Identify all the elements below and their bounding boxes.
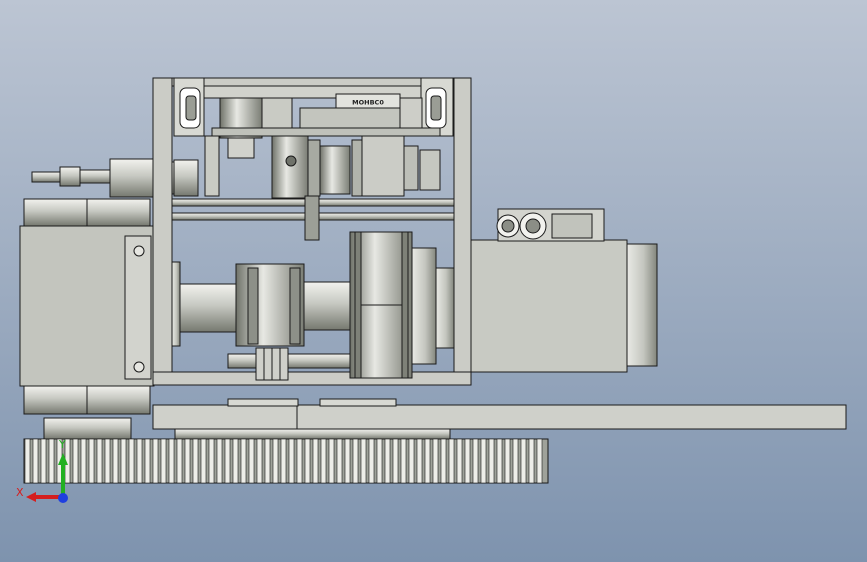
gear-tooth xyxy=(96,438,103,484)
gear-tooth xyxy=(72,438,79,484)
gear-tooth xyxy=(296,438,303,484)
gear-tooth xyxy=(520,438,527,484)
gear-tooth xyxy=(440,438,447,484)
top-right-bearing[interactable] xyxy=(420,77,454,137)
gear-tooth xyxy=(192,438,199,484)
gear-tooth xyxy=(368,438,375,484)
gear-tooth xyxy=(144,438,151,484)
flange-bolt-top xyxy=(133,245,145,257)
gear-tooth xyxy=(304,438,311,484)
gear-tooth xyxy=(248,438,255,484)
gear-tooth xyxy=(48,438,55,484)
top-left-bearing[interactable] xyxy=(173,77,205,137)
gear-tooth xyxy=(112,438,119,484)
gear-tooth xyxy=(384,438,391,484)
top-carriage[interactable]: MOHBC0 xyxy=(203,85,441,139)
base-plate-boss[interactable] xyxy=(227,398,299,407)
gear-tooth xyxy=(464,438,471,484)
gear-tooth xyxy=(256,438,263,484)
gear-tooth xyxy=(80,438,87,484)
gear-tooth xyxy=(536,438,543,484)
gear-tooth xyxy=(184,438,191,484)
gear-tooth xyxy=(240,438,247,484)
gear-tooth xyxy=(104,438,111,484)
gear-tooth xyxy=(504,438,511,484)
gear-tooth xyxy=(448,438,455,484)
base-plate[interactable] xyxy=(152,404,847,430)
gear-tooth xyxy=(200,438,207,484)
base-plate-boss-2[interactable] xyxy=(319,398,397,407)
gear-tooth xyxy=(176,438,183,484)
gear-tooth xyxy=(392,438,399,484)
left-hub[interactable] xyxy=(43,417,132,440)
gear-tooth xyxy=(400,438,407,484)
gear-tooth xyxy=(472,438,479,484)
gear-tooth xyxy=(424,438,431,484)
gear-tooth xyxy=(128,438,135,484)
y-axis-label: Y xyxy=(58,438,66,451)
gear-tooth xyxy=(328,438,335,484)
gear-tooth xyxy=(280,438,287,484)
left-gearbox[interactable] xyxy=(19,198,155,415)
x-axis-label: X xyxy=(16,486,24,499)
gear-tooth xyxy=(456,438,463,484)
gear-tooth xyxy=(352,438,359,484)
gear-tooth xyxy=(152,438,159,484)
cad-viewport[interactable]: MOHBC0 X Y xyxy=(0,0,867,562)
gear-tooth xyxy=(272,438,279,484)
gear-tooth xyxy=(216,438,223,484)
gear-hub[interactable] xyxy=(174,428,451,440)
gear-tooth xyxy=(408,438,415,484)
flange-bolt-bottom xyxy=(133,361,145,373)
gear-tooth xyxy=(480,438,487,484)
gear-tooth xyxy=(528,438,535,484)
spur-gear[interactable] xyxy=(23,438,549,484)
gear-tooth xyxy=(40,438,47,484)
gear-tooth xyxy=(312,438,319,484)
gear-tooth xyxy=(136,438,143,484)
gear-tooth xyxy=(264,438,271,484)
gear-tooth xyxy=(208,438,215,484)
gear-tooth xyxy=(224,438,231,484)
gear-tooth xyxy=(232,438,239,484)
gear-tooth xyxy=(88,438,95,484)
bearing-block-label: MOHBC0 xyxy=(352,99,384,107)
gear-tooth xyxy=(512,438,519,484)
gear-tooth xyxy=(360,438,367,484)
gear-tooth xyxy=(320,438,327,484)
gear-tooth xyxy=(496,438,503,484)
gear-tooth xyxy=(432,438,439,484)
gear-tooth xyxy=(288,438,295,484)
gear-tooth xyxy=(120,438,127,484)
gear-tooth xyxy=(488,438,495,484)
gear-tooth xyxy=(160,438,167,484)
gear-tooth xyxy=(168,438,175,484)
hub-setscrew xyxy=(285,155,297,167)
gear-tooth xyxy=(32,438,39,484)
gearbox-flange[interactable] xyxy=(124,235,152,380)
gear-tooth xyxy=(24,438,31,484)
gear-tooth xyxy=(416,438,423,484)
gear-tooth xyxy=(336,438,343,484)
gear-tooth xyxy=(376,438,383,484)
gear-tooth xyxy=(344,438,351,484)
z-axis-dot xyxy=(58,493,68,503)
